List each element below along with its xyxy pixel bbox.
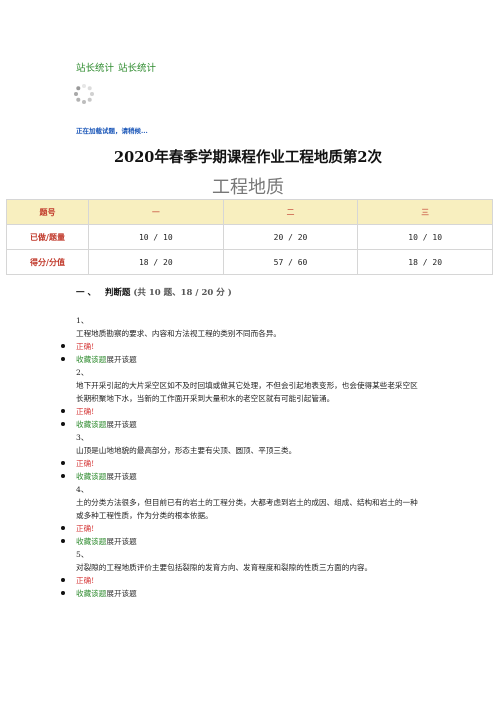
- favorite-link[interactable]: 收藏该题: [76, 420, 106, 429]
- question-item: 1、 工程地质勘察的要求、内容和方法视工程的类别不同而各异。 正确! 收藏该题展…: [61, 314, 421, 366]
- header-cell: 一: [88, 199, 224, 225]
- result-label: 正确!: [76, 407, 95, 416]
- expand-link[interactable]: 展开该题: [106, 589, 136, 598]
- bullet-icon: [61, 461, 65, 465]
- table-cell: 18 / 20: [357, 249, 493, 275]
- favorite-link[interactable]: 收藏该题: [76, 472, 106, 481]
- bullet-icon: [61, 474, 65, 478]
- result-line: 正确!: [61, 574, 421, 587]
- actions-line: 收藏该题展开该题: [61, 587, 421, 600]
- question-number: 4、: [76, 485, 89, 494]
- table-row: 已做/题量 10 / 10 20 / 20 10 / 10: [6, 224, 493, 250]
- score-table: 题号 一 二 三 已做/题量 10 / 10 20 / 20 10 / 10 得…: [6, 199, 493, 275]
- question-number: 1、: [76, 316, 89, 325]
- result-label: 正确!: [76, 459, 95, 468]
- expand-link[interactable]: 展开该题: [106, 537, 136, 546]
- bullet-icon: [61, 422, 65, 426]
- actions-line: 收藏该题展开该题: [61, 353, 421, 366]
- table-cell: 10 / 10: [88, 224, 224, 250]
- expand-link[interactable]: 展开该题: [106, 420, 136, 429]
- stats-links: 站长统计 站长统计: [76, 60, 160, 74]
- result-line: 正确!: [61, 405, 421, 418]
- expand-link[interactable]: 展开该题: [106, 472, 136, 481]
- page-title: 2020年春季学期课程作业工程地质第2次: [114, 149, 382, 166]
- bullet-icon: [61, 539, 65, 543]
- subject-title: 工程地质: [212, 177, 284, 198]
- section-title: 判断题: [104, 288, 131, 298]
- table-cell: 10 / 10: [357, 224, 493, 250]
- question-item: 5、 对裂隙的工程地质评价主要包括裂隙的发育方向、发育程度和裂隙的性质三方面的内…: [61, 548, 421, 600]
- bullet-icon: [61, 357, 65, 361]
- question-text: 土的分类方法很多，但目前已有的岩土的工程分类，大都考虑到岩土的成因、组成、结构和…: [76, 498, 418, 520]
- favorite-link[interactable]: 收藏该题: [76, 537, 106, 546]
- question-text: 地下开采引起的大片采空区如不及时回填或做其它处理，不但会引起地表变形，也会使得某…: [76, 381, 418, 403]
- bullet-icon: [61, 526, 65, 530]
- stats-link-1[interactable]: 站长统计: [76, 63, 114, 74]
- question-number: 5、: [76, 550, 89, 559]
- question-item: 3、 山顶是山地地貌的最高部分，形态主要有尖顶、圆顶、平顶三类。 正确! 收藏该…: [61, 431, 421, 483]
- bullet-icon: [61, 409, 65, 413]
- question-number: 2、: [76, 368, 89, 377]
- favorite-link[interactable]: 收藏该题: [76, 589, 106, 598]
- question-item: 2、 地下开采引起的大片采空区如不及时回填或做其它处理，不但会引起地表变形，也会…: [61, 366, 421, 431]
- result-label: 正确!: [76, 576, 95, 585]
- result-label: 正确!: [76, 524, 95, 533]
- header-cell: 题号: [6, 199, 89, 225]
- section-heading: 一 、 判断题 (共 10 题、18 / 20 分 ): [76, 286, 232, 298]
- question-text: 工程地质勘察的要求、内容和方法视工程的类别不同而各异。: [76, 329, 282, 338]
- question-text: 山顶是山地地貌的最高部分，形态主要有尖顶、圆顶、平顶三类。: [76, 446, 297, 455]
- header-cell: 二: [222, 199, 359, 225]
- table-cell: 18 / 20: [88, 249, 224, 275]
- loading-spinner-icon: [74, 84, 94, 104]
- row-label: 得分/分值: [6, 249, 89, 275]
- result-line: 正确!: [61, 522, 421, 535]
- question-text: 对裂隙的工程地质评价主要包括裂隙的发育方向、发育程度和裂隙的性质三方面的内容。: [76, 563, 373, 572]
- section-meta: (共 10 题、18 / 20 分 ): [133, 288, 232, 298]
- table-cell: 57 / 60: [222, 249, 359, 275]
- bullet-icon: [61, 344, 65, 348]
- table-row: 得分/分值 18 / 20 57 / 60 18 / 20: [6, 249, 493, 275]
- result-line: 正确!: [61, 340, 421, 353]
- expand-link[interactable]: 展开该题: [106, 355, 136, 364]
- favorite-link[interactable]: 收藏该题: [76, 355, 106, 364]
- stats-link-2[interactable]: 站长统计: [118, 63, 156, 74]
- actions-line: 收藏该题展开该题: [61, 535, 421, 548]
- result-line: 正确!: [61, 457, 421, 470]
- section-number: 一 、: [76, 288, 96, 298]
- actions-line: 收藏该题展开该题: [61, 470, 421, 483]
- question-number: 3、: [76, 433, 89, 442]
- question-list: 1、 工程地质勘察的要求、内容和方法视工程的类别不同而各异。 正确! 收藏该题展…: [61, 314, 421, 600]
- bullet-icon: [61, 578, 65, 582]
- score-table-header: 题号 一 二 三: [6, 199, 493, 225]
- bullet-icon: [61, 591, 65, 595]
- table-cell: 20 / 20: [222, 224, 359, 250]
- header-cell: 三: [357, 199, 493, 225]
- row-label: 已做/题量: [6, 224, 89, 250]
- question-item: 4、 土的分类方法很多，但目前已有的岩土的工程分类，大都考虑到岩土的成因、组成、…: [61, 483, 421, 548]
- actions-line: 收藏该题展开该题: [61, 418, 421, 431]
- loading-text: 正在加载试题，请稍候...: [76, 127, 148, 135]
- result-label: 正确!: [76, 342, 95, 351]
